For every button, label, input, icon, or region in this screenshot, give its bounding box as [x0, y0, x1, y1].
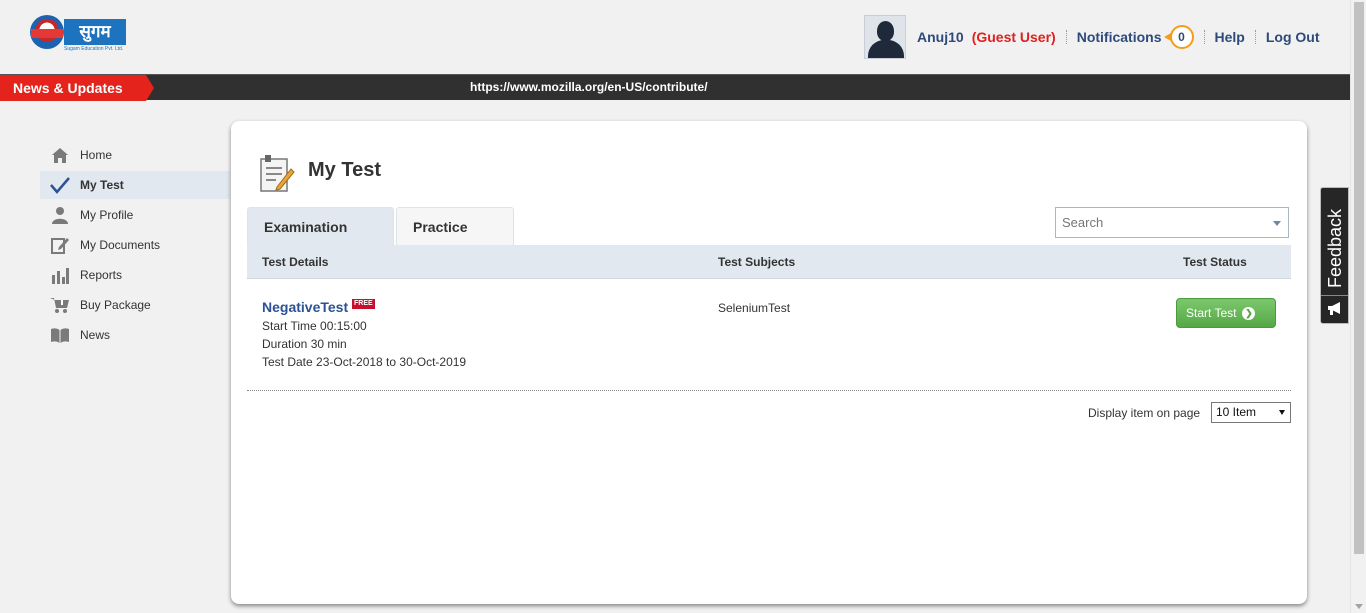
sidebar-item-my-profile[interactable]: My Profile: [40, 201, 230, 229]
sidebar-item-label: Reports: [80, 268, 123, 282]
user-area: Anuj10 (Guest User) Notifications 0 Help…: [864, 15, 1320, 59]
duration: Duration 30 min: [262, 337, 347, 351]
sidebar: Home My Test My Profile My Documents Rep…: [40, 141, 230, 351]
items-per-page-value: 10 Item: [1216, 405, 1257, 419]
book-icon: [50, 326, 70, 344]
sidebar-item-label: Home: [80, 148, 113, 162]
header-divider: [1203, 30, 1205, 44]
username[interactable]: Anuj10: [917, 29, 964, 45]
guest-user-label: (Guest User): [971, 29, 1056, 45]
dropdown-arrow-icon: [1279, 410, 1285, 415]
column-header-test-subjects: Test Subjects: [718, 255, 796, 269]
avatar-head-icon: [877, 21, 894, 41]
sidebar-item-label: News: [80, 328, 111, 342]
sidebar-item-label: My Documents: [80, 238, 161, 252]
start-test-label: Start Test: [1186, 306, 1237, 320]
avatar[interactable]: [864, 15, 906, 59]
feedback-tab[interactable]: Feedback: [1320, 187, 1349, 324]
column-header-test-status: Test Status: [1183, 255, 1247, 269]
feedback-divider: [1321, 295, 1348, 296]
vertical-scrollbar[interactable]: [1350, 0, 1366, 613]
start-time: Start Time 00:15:00: [262, 319, 367, 333]
sidebar-item-home[interactable]: Home: [40, 141, 230, 169]
header-divider: [1254, 30, 1256, 44]
news-updates-label: News & Updates: [0, 75, 154, 101]
notifications-count-badge[interactable]: 0: [1163, 25, 1194, 49]
avatar-body-icon: [868, 40, 904, 58]
test-document-icon: [259, 155, 295, 193]
home-icon: [50, 146, 70, 164]
logo-wordmark: सुगम: [64, 19, 126, 45]
header-divider: [1065, 30, 1067, 44]
chevron-down-icon[interactable]: [1273, 221, 1281, 226]
page-title: My Test: [308, 159, 381, 181]
pager-label: Display item on page: [1088, 406, 1201, 420]
edit-document-icon: [50, 236, 70, 254]
feedback-label: Feedback: [1325, 208, 1345, 288]
sidebar-item-label: My Test: [80, 178, 124, 192]
news-ticker-text[interactable]: https://www.mozilla.org/en-US/contribute…: [470, 75, 708, 99]
search-combobox[interactable]: [1055, 207, 1289, 238]
sidebar-item-my-documents[interactable]: My Documents: [40, 231, 230, 259]
test-name-link[interactable]: NegativeTest: [262, 299, 348, 315]
search-input[interactable]: [1056, 208, 1256, 237]
sidebar-item-news[interactable]: News: [40, 321, 230, 349]
bar-chart-icon: [50, 266, 70, 284]
megaphone-icon: [1327, 301, 1343, 315]
logo-emblem-band: [31, 29, 63, 38]
header: सुगम Sugam Education Pvt. Ltd. Anuj10 (G…: [0, 0, 1350, 74]
start-test-button[interactable]: Start Test ❯: [1176, 298, 1276, 328]
test-date: Test Date 23-Oct-2018 to 30-Oct-2019: [262, 355, 467, 369]
cart-icon: [50, 296, 70, 314]
main-panel: My Test Examination Test Practice Test T…: [231, 121, 1307, 604]
tab-practice-test[interactable]: Practice Test: [396, 207, 514, 273]
logout-link[interactable]: Log Out: [1266, 29, 1320, 45]
tab-examination-test[interactable]: Examination Test: [247, 207, 394, 273]
help-link[interactable]: Help: [1215, 29, 1245, 45]
table-header: Test Details Test Subjects Test Status: [247, 245, 1291, 279]
sidebar-item-label: My Profile: [80, 208, 134, 222]
items-per-page-select[interactable]: 10 Item: [1211, 402, 1291, 423]
notifications-link[interactable]: Notifications: [1077, 29, 1162, 45]
free-badge: FREE: [352, 299, 375, 309]
scroll-down-arrow-icon[interactable]: [1355, 604, 1363, 609]
sidebar-item-buy-package[interactable]: Buy Package: [40, 291, 230, 319]
sidebar-item-label: Buy Package: [80, 298, 151, 312]
checkmark-icon: [50, 176, 70, 194]
scrollbar-thumb[interactable]: [1354, 2, 1364, 554]
sugam-logo[interactable]: सुगम Sugam Education Pvt. Ltd.: [30, 15, 130, 61]
table-row: NegativeTest FREE Start Time 00:15:00 Du…: [247, 279, 1291, 391]
news-bar: News & Updates https://www.mozilla.org/e…: [0, 74, 1350, 101]
test-subject: SeleniumTest: [718, 301, 791, 315]
column-header-test-details: Test Details: [262, 255, 329, 269]
logo-tagline: Sugam Education Pvt. Ltd.: [64, 46, 124, 52]
user-icon: [50, 206, 70, 224]
chevron-right-icon: ❯: [1242, 306, 1256, 320]
sidebar-item-my-test[interactable]: My Test: [40, 171, 230, 199]
sidebar-item-reports[interactable]: Reports: [40, 261, 230, 289]
